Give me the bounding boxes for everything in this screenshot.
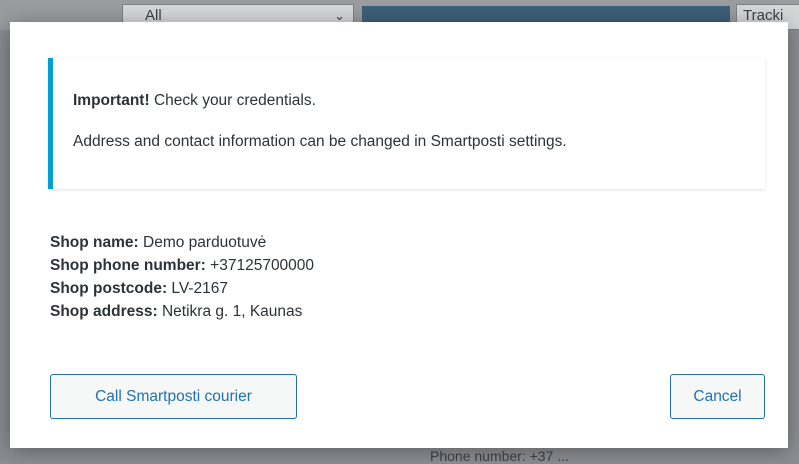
call-courier-button[interactable]: Call Smartposti courier <box>50 374 297 419</box>
notice-address-text: Address and contact information can be c… <box>73 133 567 150</box>
shop-info: Shop name: Demo parduotuvė Shop phone nu… <box>50 231 314 323</box>
cancel-button[interactable]: Cancel <box>670 374 765 419</box>
shop-address-label: Shop address: <box>50 303 158 320</box>
background-bottom-text: Phone number: +37 ... <box>430 448 569 464</box>
shop-postcode-value: LV-2167 <box>167 280 229 297</box>
shop-name-value: Demo parduotuvė <box>138 234 267 251</box>
call-courier-modal: Important! Check your credentials. Addre… <box>10 22 788 448</box>
shop-postcode-label: Shop postcode: <box>50 280 168 297</box>
shop-address-row: Shop address: Netikra g. 1, Kaunas <box>50 300 314 323</box>
notice-important-line: Important! Check your credentials. <box>73 91 765 111</box>
shop-phone-value: +37125700000 <box>205 257 315 274</box>
background-left-strip <box>0 30 10 460</box>
shop-postcode-row: Shop postcode: LV-2167 <box>50 277 314 300</box>
shop-name-label: Shop name: <box>50 234 139 251</box>
shop-name-row: Shop name: Demo parduotuvė <box>50 231 314 254</box>
shop-phone-row: Shop phone number: +37125700000 <box>50 254 314 277</box>
shop-address-value: Netikra g. 1, Kaunas <box>157 303 303 320</box>
notice-important-text: Check your credentials. <box>149 92 316 109</box>
credentials-notice: Important! Check your credentials. Addre… <box>48 58 765 189</box>
shop-phone-label: Shop phone number: <box>50 257 206 274</box>
notice-important-label: Important! <box>73 92 150 109</box>
